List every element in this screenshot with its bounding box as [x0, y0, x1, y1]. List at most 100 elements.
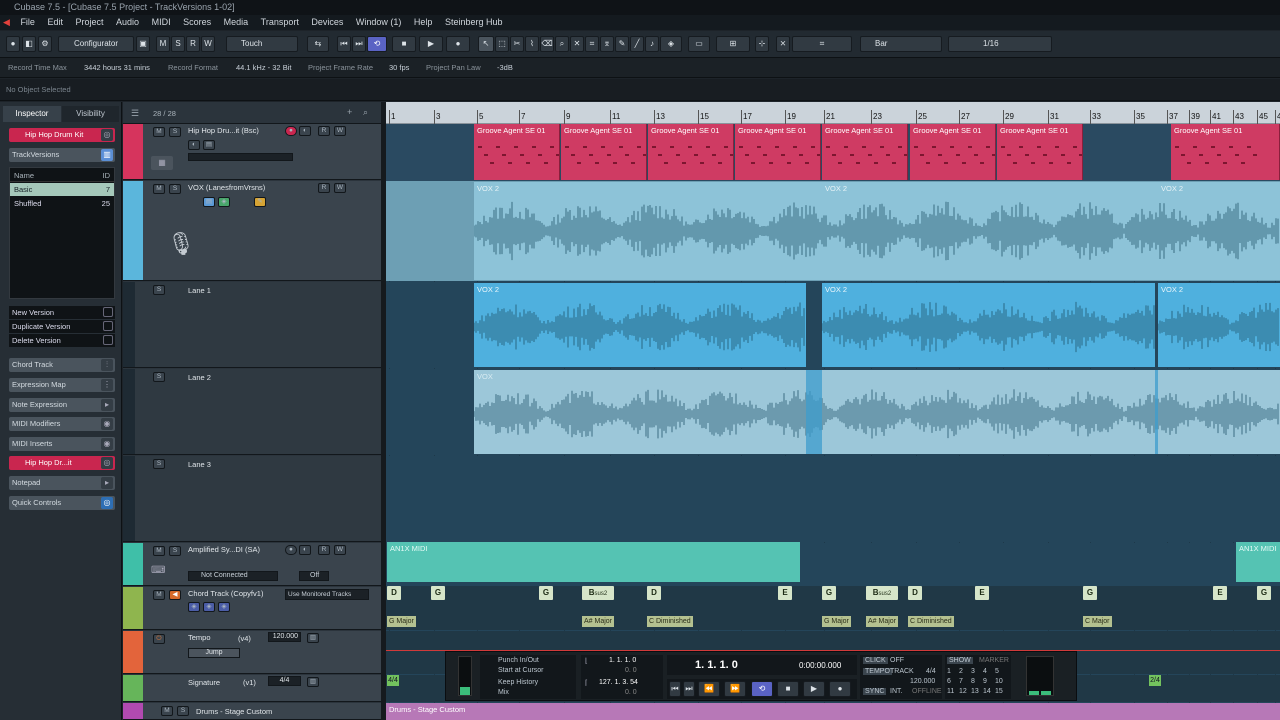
cycle-icon[interactable]: ⟲	[367, 36, 387, 52]
marker-button[interactable]: 14	[983, 688, 991, 695]
cycle-icon[interactable]: ⟲	[751, 681, 773, 697]
track-drum[interactable]: M S Hip Hop Dru...it (Bsc) ● ◐ R W ◐ ▤ ▦	[123, 124, 381, 180]
zoom-tool-icon[interactable]: ⌕	[555, 36, 569, 52]
marker-button[interactable]: 15	[995, 688, 1003, 695]
color-tool-icon[interactable]: ◈	[660, 36, 682, 52]
right-locator-icon[interactable]: ⌈	[585, 679, 588, 687]
midi-modifiers-section[interactable]: MIDI Modifiers ◉	[9, 417, 115, 431]
glue-tool-icon[interactable]: ⌇	[525, 36, 539, 52]
chord-symbol[interactable]: D	[387, 586, 401, 600]
signature-marker[interactable]: 4/4	[387, 675, 399, 686]
snap-zero-icon[interactable]: ⊹	[755, 36, 769, 52]
menu-midi[interactable]: MIDI	[147, 15, 176, 30]
instrument-section[interactable]: Hip Hop Dr...it ◎	[9, 456, 115, 470]
track-tempo[interactable]: ⏻ Tempo (v4) 120.000 ▥ Jump	[123, 631, 381, 674]
mute-button[interactable]: M	[153, 184, 165, 194]
marker-button[interactable]: 8	[971, 678, 975, 685]
duplicate-version-button[interactable]: Duplicate Version	[9, 320, 115, 333]
list-item[interactable]: Basic 7	[10, 183, 114, 196]
mix-label[interactable]: Mix	[498, 689, 509, 696]
timewarp-tool-icon[interactable]: ⌆	[600, 36, 614, 52]
solo-button[interactable]: S	[169, 546, 181, 556]
signature-marker[interactable]: 2/4	[1149, 675, 1161, 686]
trackversions-section[interactable]: TrackVersions ▥	[9, 148, 115, 162]
note-expression-section[interactable]: Note Expression ▸	[9, 398, 115, 412]
marker-button[interactable]: 2	[959, 668, 963, 675]
delete-version-button[interactable]: Delete Version	[9, 334, 115, 347]
read-all-button[interactable]: R	[186, 36, 200, 52]
solo-button[interactable]: S	[169, 127, 181, 137]
audio-event[interactable]: VOX 2	[822, 283, 1155, 367]
chord-option-icon[interactable]: ◈	[218, 602, 230, 612]
autoscroll-button[interactable]: ⇆	[307, 36, 329, 52]
marker-button[interactable]: 5	[995, 668, 999, 675]
lock-icon[interactable]: ▣	[136, 36, 150, 52]
read-button[interactable]: R	[318, 545, 330, 555]
left-locator-value[interactable]: 1. 1. 1. 0	[609, 657, 636, 664]
grid-select[interactable]: ⌗	[792, 36, 852, 52]
new-version-button[interactable]: New Version	[9, 306, 115, 319]
midi-event[interactable]: Groove Agent SE 01	[997, 124, 1083, 180]
position-display[interactable]: 1. 1. 1. 0 0:00:00.000	[667, 655, 857, 675]
speaker-icon[interactable]: ◀	[169, 590, 181, 600]
quantize-select[interactable]: 1/16	[948, 36, 1052, 52]
mute-button[interactable]: M	[161, 706, 173, 716]
edit-instrument-icon[interactable]: ◎	[101, 129, 113, 141]
main-position-value[interactable]: 1. 1. 1. 0	[695, 659, 738, 671]
mute-all-button[interactable]: M	[156, 36, 170, 52]
write-button[interactable]: W	[334, 126, 346, 136]
chord-symbol[interactable]: G	[539, 586, 553, 600]
mute-tool-icon[interactable]: ✕	[570, 36, 584, 52]
arrange-window[interactable]: Groove Agent SE 01 Groove Agent SE 01 Groo…	[386, 124, 1280, 720]
menu-scores[interactable]: Scores	[178, 15, 216, 30]
menu-audio[interactable]: Audio	[111, 15, 144, 30]
audio-event[interactable]: VOX 2	[474, 182, 1280, 280]
midi-event[interactable]: Groove Agent SE 01	[910, 124, 996, 180]
ruler[interactable]: 1 3 5 7 9 11 13 15 17 19 21 23 25 27 29 31 33 35 37 39 41 43 4…	[386, 102, 1280, 124]
write-button[interactable]: W	[334, 183, 346, 193]
marker-button[interactable]: 9	[983, 678, 987, 685]
play-icon[interactable]: ▶	[419, 36, 443, 52]
chord-symbol[interactable]: G	[431, 586, 445, 600]
menu-file[interactable]: File	[15, 15, 40, 30]
chord-track-section[interactable]: Chord Track ⫶	[9, 358, 115, 372]
write-all-button[interactable]: W	[201, 36, 215, 52]
forward-icon[interactable]: ⏩	[724, 681, 746, 697]
marker-button[interactable]: 3	[971, 668, 975, 675]
constrain-delay-button[interactable]: ◧	[22, 36, 36, 52]
right-offset-value[interactable]: 0. 0	[625, 689, 637, 696]
chord-symbol[interactable]: E	[1213, 586, 1227, 600]
tempo-active-icon[interactable]: ⏻	[153, 634, 165, 644]
marker-button[interactable]: 6	[947, 678, 951, 685]
go-to-start-icon[interactable]: ⏮	[669, 681, 681, 697]
line-tool-icon[interactable]: ╱	[630, 36, 644, 52]
track-versions-bar[interactable]	[188, 153, 293, 161]
chord-symbol[interactable]: E	[778, 586, 792, 600]
split-tool-icon[interactable]: ✂	[510, 36, 524, 52]
mute-button[interactable]: M	[153, 590, 165, 600]
mute-button[interactable]: M	[153, 546, 165, 556]
chord-symbol[interactable]: D	[647, 586, 661, 600]
track-toggle-icon[interactable]: ◈	[218, 197, 230, 207]
marker-button[interactable]: 12	[959, 688, 967, 695]
write-button[interactable]: W	[334, 545, 346, 555]
menu-window[interactable]: Window (1)	[351, 15, 407, 30]
automation-mode-select[interactable]: Touch	[226, 36, 298, 52]
track-signature[interactable]: Signature (v1) 4/4 ▥	[123, 675, 381, 702]
menu-edit[interactable]: Edit	[42, 15, 68, 30]
solo-button[interactable]: S	[153, 285, 165, 295]
settings-icon[interactable]: ⚙	[38, 36, 52, 52]
track-name[interactable]: Amplified Sy...DI (SA)	[188, 545, 260, 554]
track-vox[interactable]: M S VOX (LanesfromVrsns) R W ▤ ◈ ✎ 🎙	[123, 181, 381, 281]
list-item[interactable]: Shuffled 25	[10, 197, 114, 210]
menu-transport[interactable]: Transport	[256, 15, 304, 30]
audio-event[interactable]: VOX 2	[474, 283, 806, 367]
pan-law-label[interactable]: Project Pan Law	[426, 58, 481, 77]
chord-symbol[interactable]: Bsus2	[582, 586, 614, 600]
keep-history-label[interactable]: Keep History	[498, 679, 538, 686]
inspector-track-name[interactable]: Hip Hop Drum Kit ◎	[9, 128, 115, 142]
menu-devices[interactable]: Devices	[306, 15, 348, 30]
signature-edit-icon[interactable]: ▥	[307, 677, 319, 687]
midi-inserts-section[interactable]: MIDI Inserts ◉	[9, 437, 115, 451]
trackversions-icon[interactable]: ▥	[101, 149, 113, 161]
